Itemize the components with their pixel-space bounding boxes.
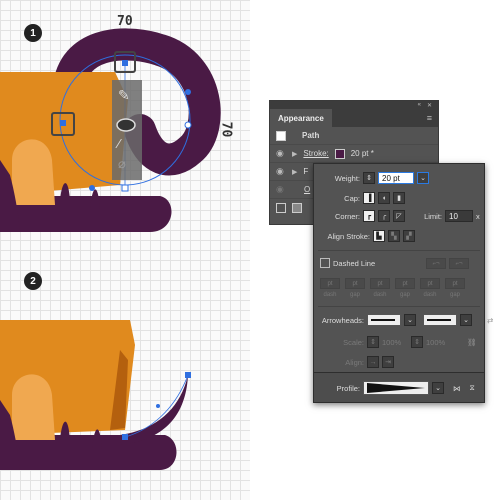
start-arrowhead-select[interactable] (367, 314, 401, 326)
fill-label[interactable]: F (303, 167, 308, 176)
width-measure: 70 (117, 14, 133, 29)
bevel-join-icon[interactable]: ◸ (393, 210, 405, 222)
scale-stepper[interactable]: ⇕ (411, 336, 423, 348)
eye-icon[interactable]: ◉ (276, 166, 286, 177)
collapse-icon[interactable]: « (418, 102, 421, 108)
path-label: Path (302, 131, 320, 140)
dash-field-3[interactable]: pt (420, 278, 440, 289)
ellipse-icon (116, 118, 136, 132)
blob-brush-icon: ⌀ (118, 156, 126, 171)
corner-label: Corner: (334, 211, 360, 221)
dashed-line-label: Dashed Line (333, 258, 376, 268)
new-stroke-icon[interactable] (276, 203, 286, 213)
path-thumbnail (276, 130, 286, 141)
new-fill-icon[interactable] (292, 203, 302, 213)
end-scale-value[interactable]: 100% (426, 338, 452, 347)
step-number-2: 2 (24, 272, 42, 290)
limit-unit: x (476, 211, 480, 221)
miter-join-icon[interactable]: ┏ (363, 210, 375, 222)
gap-label: gap (349, 292, 360, 298)
flip-horizontal-icon[interactable]: ⋈ (453, 384, 461, 393)
gap-label: gap (399, 292, 410, 298)
limit-label: Limit: (424, 211, 442, 221)
round-cap-icon[interactable]: ◖ (378, 192, 390, 204)
anchor-point (60, 120, 66, 126)
chevron-right-icon[interactable]: ▶ (292, 150, 297, 158)
opacity-label[interactable]: O (304, 185, 310, 194)
arrow-extend-icon[interactable]: → (367, 356, 379, 368)
width-profile-select[interactable] (363, 381, 429, 395)
height-measure: 70 (218, 121, 234, 138)
close-icon[interactable]: ✕ (427, 102, 432, 109)
panel-titlebar: « ✕ (270, 101, 438, 109)
align-inside-icon[interactable]: ▚ (388, 230, 400, 242)
align-arrow-label: Align: (345, 357, 364, 367)
weight-label: Weight: (334, 173, 360, 183)
anchor-point (185, 372, 191, 378)
stroke-value: 20 pt * (350, 149, 374, 158)
butt-cap-icon[interactable]: ▐ (363, 192, 375, 204)
link-icon[interactable]: ⛓ (467, 338, 477, 347)
arrow-place-icon[interactable]: ⇥ (382, 356, 394, 368)
illustration-step-2 (0, 320, 191, 470)
flip-vertical-icon[interactable]: ⧖ (470, 383, 475, 393)
swap-arrowheads-icon[interactable]: ⇄ (487, 316, 493, 325)
gap-field-2[interactable]: pt (395, 278, 415, 289)
dash-label: dash (423, 292, 437, 298)
tab-appearance[interactable]: Appearance (270, 109, 332, 127)
profile-bar: Profile: ⌄ ⋈ ⧖ (314, 372, 484, 402)
scale-label: Scale: (343, 337, 364, 347)
align-stroke-label: Align Stroke: (327, 231, 370, 241)
limit-input[interactable]: 10 (445, 210, 473, 222)
dash-field-2[interactable]: pt (370, 278, 390, 289)
chevron-down-icon[interactable]: ⌄ (404, 314, 416, 326)
stroke-label[interactable]: Stroke: (303, 149, 328, 158)
pen-icon: ✎ (118, 87, 130, 103)
projecting-cap-icon[interactable]: ▮ (393, 192, 405, 204)
gap-field-3[interactable]: pt (445, 278, 465, 289)
chevron-down-icon[interactable]: ⌄ (417, 172, 429, 184)
dash-field-1[interactable]: pt (320, 278, 340, 289)
chevron-down-icon[interactable]: ⌄ (460, 314, 472, 326)
gap-label: gap (449, 292, 460, 298)
anchor-point (122, 60, 128, 66)
stroke-row[interactable]: ◉ ▶ Stroke: 20 pt * (270, 145, 438, 163)
eye-icon[interactable]: ◉ (276, 184, 286, 195)
eye-icon[interactable]: ◉ (276, 148, 286, 159)
stroke-options-flyout: Weight: ⇕ 20 pt ⌄ Cap: ▐ ◖ ▮ Corner: ┏ ╭… (313, 163, 493, 403)
preserve-dash-icon[interactable]: ⌐¬ (426, 258, 446, 269)
round-join-icon[interactable]: ╭ (378, 210, 390, 222)
gap-field-1[interactable]: pt (345, 278, 365, 289)
chevron-right-icon[interactable]: ▶ (292, 168, 297, 176)
align-outside-icon[interactable]: ▞ (403, 230, 415, 242)
dash-label: dash (373, 292, 387, 298)
chevron-down-icon[interactable]: ⌄ (432, 382, 444, 394)
dashed-line-checkbox[interactable] (320, 258, 330, 268)
menu-icon[interactable]: ≡ (427, 109, 438, 127)
stroke-color-swatch[interactable] (334, 148, 345, 159)
weight-stepper[interactable]: ⇕ (363, 172, 375, 184)
end-arrowhead-select[interactable] (423, 314, 457, 326)
step-number-1: 1 (24, 24, 42, 42)
profile-label: Profile: (336, 383, 360, 393)
scale-stepper[interactable]: ⇕ (367, 336, 379, 348)
align-dash-icon[interactable]: ⌐¬ (449, 258, 469, 269)
start-scale-value[interactable]: 100% (382, 338, 408, 347)
dash-label: dash (323, 292, 337, 298)
align-center-icon[interactable]: ▙ (373, 230, 385, 242)
arrowheads-label: Arrowheads: (321, 315, 364, 325)
profile-preview (367, 383, 425, 393)
weight-input[interactable]: 20 pt (378, 172, 414, 184)
path-row[interactable]: Path (270, 127, 438, 145)
anchor-point (122, 434, 128, 440)
cap-label: Cap: (344, 193, 360, 203)
